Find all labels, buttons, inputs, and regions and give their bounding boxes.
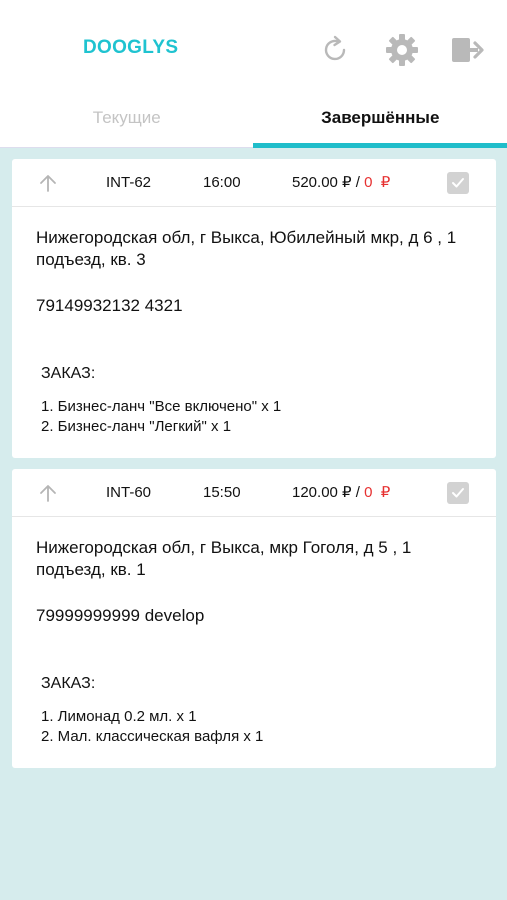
app-header: DOOGLYS Текущие Завершённые (0, 0, 507, 148)
order-item: 1. Бизнес-ланч "Все включено" x 1 (41, 398, 282, 415)
order-card: INT-60 15:50 120.00 ₽ / 0 ₽ Нижегородска… (12, 469, 496, 768)
active-tab-indicator (253, 143, 507, 148)
order-card-header: INT-62 16:00 520.00 ₽ / 0 ₽ (12, 159, 496, 207)
order-address: Нижегородская обл, г Выкса, Юбилейный мк… (36, 228, 457, 269)
order-code: INT-62 (106, 174, 152, 191)
tab-current[interactable]: Текущие (0, 96, 254, 148)
order-item: 1. Лимонад 0.2 мл. x 1 (41, 708, 197, 725)
order-title: ЗАКАЗ: (41, 675, 96, 692)
order-time: 16:00 (203, 174, 241, 191)
order-items: 1. Лимонад 0.2 мл. x 1 2. Мал. классичес… (36, 707, 472, 747)
order-price: 520.00 ₽ / 0 ₽ (292, 174, 391, 191)
order-phone: 79999999999 develop (36, 606, 205, 625)
arrow-up-icon[interactable] (36, 469, 60, 517)
order-card-body: Нижегородская обл, г Выкса, Юбилейный мк… (12, 207, 496, 437)
arrow-up-icon[interactable] (36, 159, 60, 207)
order-time: 15:50 (203, 484, 241, 501)
tab-completed[interactable]: Завершённые (254, 96, 507, 148)
app-logo: DOOGLYS (83, 37, 179, 58)
order-card: INT-62 16:00 520.00 ₽ / 0 ₽ Нижегородска… (12, 159, 496, 458)
order-address: Нижегородская обл, г Выкса, мкр Гоголя, … (36, 538, 412, 579)
order-items: 1. Бизнес-ланч "Все включено" x 1 2. Биз… (36, 397, 472, 437)
refresh-icon[interactable] (315, 30, 355, 70)
logout-icon[interactable] (448, 30, 488, 70)
completed-checkbox[interactable] (447, 172, 469, 194)
order-card-body: Нижегородская обл, г Выкса, мкр Гоголя, … (12, 517, 496, 747)
order-card-header: INT-60 15:50 120.00 ₽ / 0 ₽ (12, 469, 496, 517)
order-price: 120.00 ₽ / 0 ₽ (292, 484, 391, 501)
order-item: 2. Мал. классическая вафля x 1 (41, 728, 264, 745)
order-phone: 79149932132 4321 (36, 296, 183, 315)
order-item: 2. Бизнес-ланч "Легкий" x 1 (41, 418, 232, 435)
gear-icon[interactable] (382, 30, 422, 70)
order-code: INT-60 (106, 484, 152, 501)
tab-bar: Текущие Завершённые (0, 96, 507, 148)
order-title: ЗАКАЗ: (41, 365, 96, 382)
completed-checkbox[interactable] (447, 482, 469, 504)
tab-divider (0, 147, 253, 148)
